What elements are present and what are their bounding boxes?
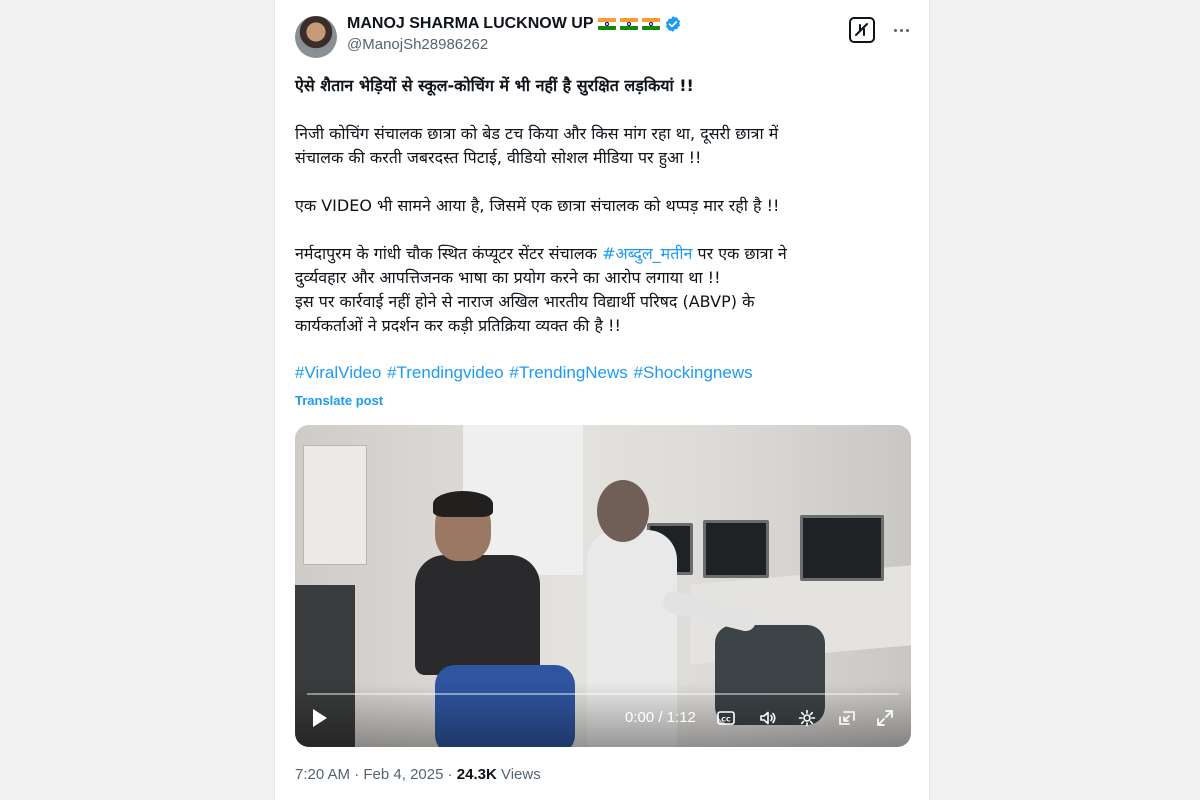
post-line: निजी कोचिंग संचालक छात्रा को बेड टच किया… bbox=[295, 124, 779, 143]
post-headline: ऐसे शैतान भेड़ियों से स्कूल-कोचिंग में भ… bbox=[295, 76, 694, 95]
play-icon[interactable] bbox=[309, 707, 331, 729]
settings-icon[interactable] bbox=[796, 707, 818, 729]
hashtag-link[interactable]: #अब्दुल_मतीन bbox=[602, 244, 692, 263]
post-line: इस पर कार्रवाई नहीं होने से नाराज अखिल भ… bbox=[295, 292, 755, 311]
video-frame-detail bbox=[703, 520, 769, 578]
post-line: दुर्व्यवहार और आपत्तिजनक भाषा का प्रयोग … bbox=[295, 268, 721, 287]
post-meta: 7:20 AM · Feb 4, 2025 · 24.3K Views bbox=[295, 766, 541, 783]
hashtag-link[interactable]: #TrendingNews bbox=[509, 363, 627, 382]
hashtag-link[interactable]: #Shockingnews bbox=[634, 363, 753, 382]
hashtag-row: #ViralVideo #Trendingvideo #TrendingNews… bbox=[295, 363, 753, 383]
video-controls: 0:00 / 1:12 CC bbox=[295, 683, 911, 747]
meta-separator: · bbox=[443, 766, 457, 783]
avatar[interactable] bbox=[295, 16, 337, 58]
post-time[interactable]: 7:20 AM bbox=[295, 766, 350, 783]
grok-icon[interactable] bbox=[849, 17, 875, 43]
views-count: 24.3K bbox=[456, 766, 497, 783]
author-block: MANOJ SHARMA LUCKNOW UP @ManojSh28986262 bbox=[347, 15, 682, 53]
video-progress-bar[interactable] bbox=[307, 693, 899, 695]
post-paragraph-1: निजी कोचिंग संचालक छात्रा को बेड टच किया… bbox=[295, 122, 895, 170]
pip-icon[interactable] bbox=[836, 707, 858, 729]
post-line: संचालक की करती जबरदस्त पिटाई, वीडियो सोश… bbox=[295, 148, 702, 167]
video-frame-detail bbox=[800, 515, 884, 581]
verified-badge-icon[interactable] bbox=[664, 15, 682, 33]
more-options-icon[interactable] bbox=[889, 18, 913, 42]
post-line: कार्यकर्ताओं ने प्रदर्शन कर कड़ी प्रतिक्… bbox=[295, 316, 621, 335]
meta-separator: · bbox=[350, 766, 364, 783]
post-date[interactable]: Feb 4, 2025 bbox=[363, 766, 443, 783]
hashtag-link[interactable]: #Trendingvideo bbox=[387, 363, 504, 382]
post-line-text: नर्मदापुरम के गांधी चौक स्थित कंप्यूटर स… bbox=[295, 244, 603, 263]
captions-icon[interactable]: CC bbox=[715, 707, 737, 729]
views-label: Views bbox=[496, 766, 541, 783]
india-flag-icon bbox=[619, 18, 638, 30]
post-line: नर्मदापुरम के गांधी चौक स्थित कंप्यूटर स… bbox=[295, 242, 895, 266]
video-frame-detail bbox=[303, 445, 367, 565]
author-display-name[interactable]: MANOJ SHARMA LUCKNOW UP bbox=[347, 15, 594, 33]
svg-text:CC: CC bbox=[721, 716, 731, 724]
tweet-card: MANOJ SHARMA LUCKNOW UP @ManojSh28986262… bbox=[274, 0, 930, 800]
author-handle[interactable]: @ManojSh28986262 bbox=[347, 36, 682, 53]
author-name-row[interactable]: MANOJ SHARMA LUCKNOW UP bbox=[347, 15, 682, 33]
video-player[interactable]: 0:00 / 1:12 CC bbox=[295, 425, 911, 747]
hashtag-link[interactable]: #ViralVideo bbox=[295, 363, 381, 382]
translate-post-link[interactable]: Translate post bbox=[295, 393, 383, 408]
post-line-text: पर एक छात्रा ने bbox=[692, 244, 787, 263]
post-paragraph-2: एक VIDEO भी सामने आया है, जिसमें एक छात्… bbox=[295, 196, 780, 215]
post-text: ऐसे शैतान भेड़ियों से स्कूल-कोचिंग में भ… bbox=[295, 74, 895, 338]
india-flag-icon bbox=[597, 18, 616, 30]
video-time: 0:00 / 1:12 bbox=[625, 709, 696, 726]
volume-icon[interactable] bbox=[757, 707, 779, 729]
india-flag-icon bbox=[641, 18, 660, 30]
fullscreen-icon[interactable] bbox=[874, 707, 896, 729]
post-paragraph-3: नर्मदापुरम के गांधी चौक स्थित कंप्यूटर स… bbox=[295, 242, 895, 338]
